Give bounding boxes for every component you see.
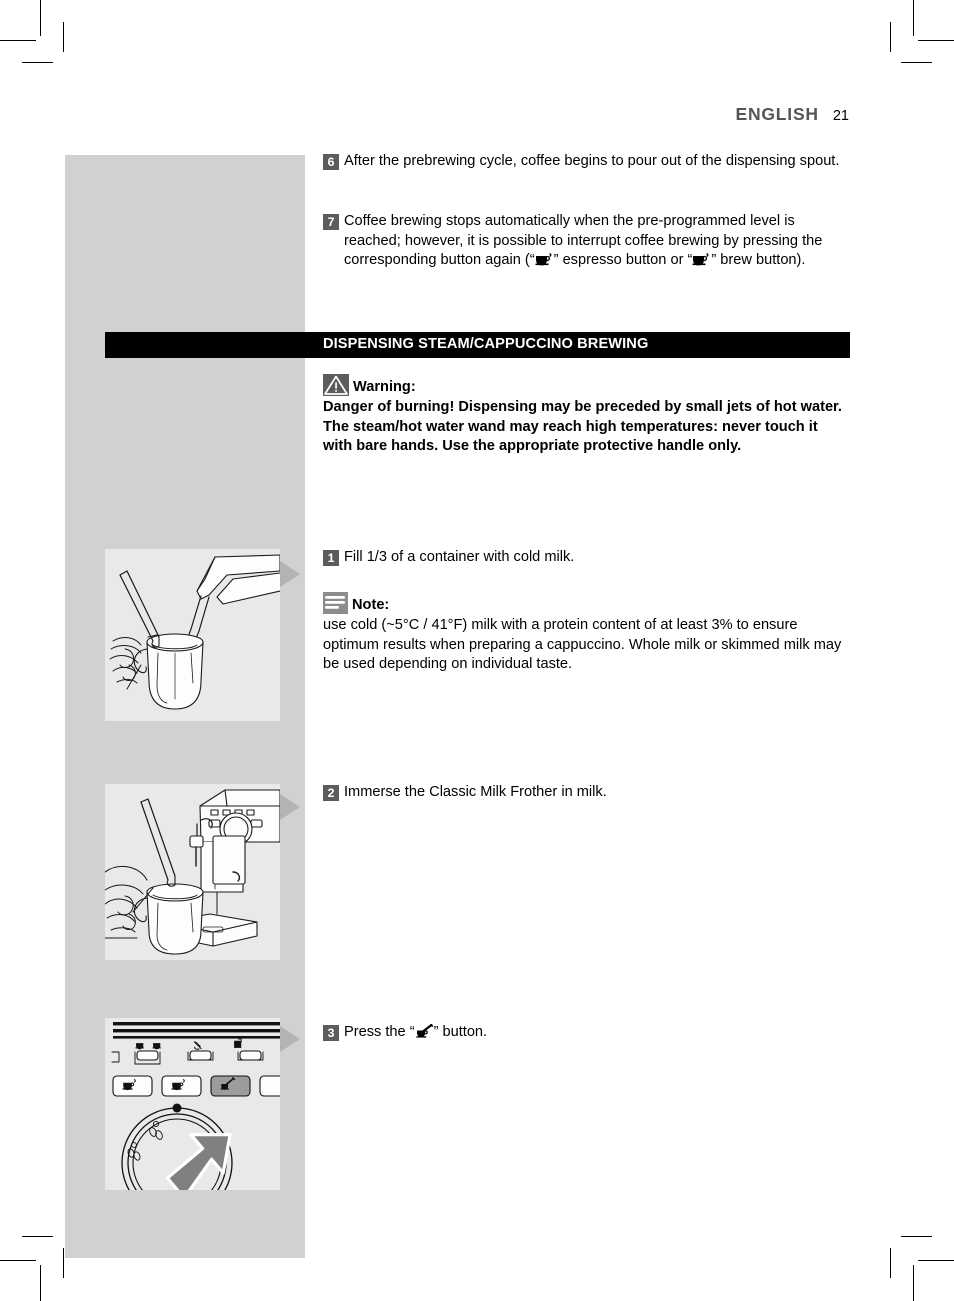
crop-mark-br-inner-v	[890, 1248, 891, 1278]
step-2: 2 Immerse the Classic Milk Frother in mi…	[323, 783, 850, 819]
step-number-badge: 2	[323, 785, 339, 801]
step-number-badge: 3	[323, 1025, 339, 1041]
step-7-part-3: ” brew button).	[711, 252, 806, 269]
step-3-part-2: ” button.	[433, 1024, 488, 1040]
illustration-pointer-2	[280, 794, 300, 820]
step-6: 6 After the prebrewing cycle, coffee beg…	[323, 152, 850, 188]
warning-callout: Warning: Danger of burning! Dispensing m…	[323, 374, 850, 457]
language-label: ENGLISH	[735, 104, 819, 124]
step-text: Coffee brewing stops automatically when …	[344, 212, 850, 271]
step-3-part-1: Press the “	[344, 1024, 415, 1040]
crop-mark-tr-inner-h	[901, 62, 932, 63]
page-canvas: ENGLISH 21 6 After the prebrewing cycle, …	[0, 0, 954, 1301]
step-1: 1 Fill 1/3 of a container with cold milk…	[323, 548, 850, 584]
pour-milk-into-jug-illustration	[105, 549, 300, 721]
crop-mark-br-v	[913, 1265, 914, 1301]
side-panel-upper	[65, 155, 305, 332]
section-title: DISPENSING STEAM/CAPPUCCINO BREWING	[323, 336, 649, 352]
brew-cup-icon	[692, 253, 711, 266]
step-7-part-2: ” espresso button or “	[553, 252, 693, 269]
section-header-bar: DISPENSING STEAM/CAPPUCCINO BREWING	[105, 332, 850, 358]
illustration-pointer-3	[280, 1026, 300, 1052]
step-text: Immerse the Classic Milk Frother in milk…	[344, 784, 607, 800]
step-3: 3 Press the “ ” button.	[323, 1023, 850, 1059]
crop-mark-br-h	[918, 1260, 954, 1261]
crop-mark-tl-inner-v	[63, 22, 64, 52]
step-7: 7 Coffee brewing stops automatically whe…	[323, 212, 850, 287]
page-header: ENGLISH 21	[0, 104, 849, 125]
crop-mark-tr-h	[918, 40, 954, 41]
warning-body: Danger of burning! Dispensing may be pre…	[323, 399, 842, 455]
steam-wand-icon	[415, 1024, 434, 1039]
crop-mark-br-inner-h	[901, 1236, 932, 1237]
crop-mark-tr-inner-v	[890, 22, 891, 52]
crop-mark-bl-inner-v	[63, 1248, 64, 1278]
note-callout: Note: use cold (~5°C / 41°F) milk with a…	[323, 592, 850, 675]
press-steam-button-illustration	[105, 1018, 300, 1190]
note-lines-icon	[323, 592, 348, 614]
crop-mark-bl-inner-h	[22, 1236, 53, 1237]
step-number-badge: 7	[323, 214, 339, 230]
crop-mark-bl-v	[40, 1265, 41, 1301]
crop-mark-bl-h	[0, 1260, 36, 1261]
step-text: Fill 1/3 of a container with cold milk.	[344, 549, 575, 565]
note-body: use cold (~5°C / 41°F) milk with a prote…	[323, 617, 842, 673]
note-header: Note:	[323, 592, 850, 614]
warning-triangle-icon	[323, 374, 349, 396]
warning-header: Warning:	[323, 374, 850, 396]
step-text: Press the “ ” button.	[344, 1023, 850, 1043]
warning-label: Warning:	[353, 379, 416, 395]
crop-mark-tl-inner-h	[22, 62, 53, 63]
step-number-badge: 6	[323, 154, 339, 170]
step-number-badge: 1	[323, 550, 339, 566]
crop-mark-tl-v	[40, 0, 41, 36]
illustration-pointer-1	[280, 561, 300, 587]
crop-mark-tr-v	[913, 0, 914, 36]
page-number: 21	[832, 108, 849, 124]
espresso-cup-icon	[535, 253, 554, 266]
immerse-frother-in-milk-illustration	[105, 784, 300, 960]
crop-mark-tl-h	[0, 40, 36, 41]
note-label: Note:	[352, 597, 390, 613]
step-text: After the prebrewing cycle, coffee begin…	[344, 153, 840, 169]
side-panel-notch	[65, 332, 105, 358]
